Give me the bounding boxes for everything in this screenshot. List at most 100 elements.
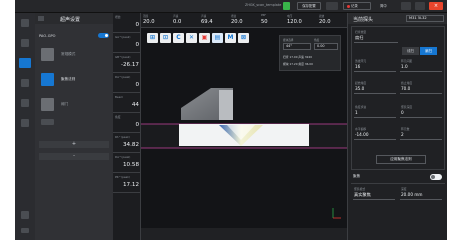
maximize-button[interactable] xyxy=(415,2,425,10)
param-label: 声速 xyxy=(201,15,207,18)
param-field[interactable]: 角度步进 1 xyxy=(354,105,396,118)
param-field[interactable]: 阵元间距 1.0 xyxy=(400,59,442,72)
apply-focal-law-button[interactable]: 应用聚焦法则 xyxy=(376,155,426,164)
settings-item-focal-law[interactable]: 聚焦法则 xyxy=(39,71,109,89)
save-config-button[interactable]: 保存配置 xyxy=(297,2,321,10)
readout-value: 44 xyxy=(131,102,139,108)
readout: DA^(peak) 0 xyxy=(113,73,141,93)
analysis-nav-icon[interactable] xyxy=(21,119,29,127)
scan-viewport[interactable]: ⊞ ⊡ C ✕ ▣ ▤ M ⊠ 楔块选择 角度 44° 0.00 扫查 17.0… xyxy=(141,28,347,228)
field-underline xyxy=(400,117,442,118)
field-value: 1 xyxy=(355,110,358,115)
settings-item-mode[interactable]: 常规模式 xyxy=(39,46,109,64)
field-value: 20.00 mm xyxy=(401,192,423,197)
remove-button[interactable]: - xyxy=(39,153,109,160)
param-field[interactable]: 增益 20.0 xyxy=(229,13,259,28)
probe-panel-title: 当前探头 xyxy=(353,17,374,23)
readout-value: 0 xyxy=(135,42,139,48)
focus-toggle[interactable] xyxy=(430,174,442,180)
focus-section-title: 聚焦 xyxy=(353,174,361,178)
param-field[interactable]: PRF 50 xyxy=(259,13,285,28)
readout-label: GA^(peak) xyxy=(115,35,131,39)
status-icon[interactable] xyxy=(283,2,290,10)
focal-law-section: 扫查类型 扇扫 线扫 扇扫 激发阵元 16 阵元间距 1.0 起始角度 35.0 终止角… xyxy=(351,26,445,170)
field-label: 起始角度 xyxy=(355,81,367,85)
overlay-line-2: 楔块 17.20 角度 36.00 xyxy=(283,62,313,66)
close-icon[interactable]: × xyxy=(429,2,443,10)
param-field[interactable]: 终止角度 70.0 xyxy=(400,81,442,94)
field-underline xyxy=(354,139,396,140)
param-label: PRF xyxy=(261,14,266,17)
pao-label: PAO-GPO xyxy=(39,34,56,38)
settings-item-label: 聚焦法则 xyxy=(61,77,76,81)
field-value: 35.0 xyxy=(355,86,365,91)
settings-icon[interactable] xyxy=(21,39,29,47)
panel-title: 超声设置 xyxy=(60,17,81,23)
position-field[interactable]: 0.00 xyxy=(314,43,338,50)
scan-nav-icon[interactable] xyxy=(21,79,29,87)
readout: Beam 44 xyxy=(113,93,141,113)
field-label: 角度步进 xyxy=(355,105,367,109)
field-value: 70.0 xyxy=(401,86,411,91)
param-label: 电压 xyxy=(287,15,293,18)
field-value: 真实聚焦 xyxy=(354,192,371,197)
record-button[interactable]: 记录 xyxy=(343,2,371,10)
record-label: 记录 xyxy=(351,4,358,8)
field-label: 阵元数 xyxy=(401,127,410,131)
param-value: 50 xyxy=(261,19,268,25)
window-title: ZHGK_scan_template xyxy=(245,3,282,7)
sector-scan-toggle[interactable]: 扇扫 xyxy=(420,47,437,55)
scan-type-field[interactable]: 扫查类型 扇扫 xyxy=(354,30,398,43)
camera-icon[interactable] xyxy=(326,2,338,10)
readout-label: GB^(peak) xyxy=(115,55,131,59)
param-field[interactable]: 阵元数 2 xyxy=(400,127,442,140)
probe-select[interactable]: M31 5L32 xyxy=(406,15,444,22)
param-field[interactable]: 声速 69.4 xyxy=(199,13,229,28)
param-field[interactable]: 聚焦深度 0 xyxy=(400,105,442,118)
field-underline xyxy=(354,93,396,94)
field-label: 聚焦深度 xyxy=(401,105,413,109)
settings-item-grid[interactable] xyxy=(39,117,109,127)
field-value: 扇扫 xyxy=(355,35,364,40)
settings-item-label: 阈门 xyxy=(61,102,69,106)
param-value: 0.0 xyxy=(173,19,182,25)
param-field[interactable]: 水平偏移 -14.00 xyxy=(354,127,396,140)
field-underline xyxy=(354,117,396,118)
readout-label: DA^(peak) xyxy=(115,75,131,79)
param-value: 120.0 xyxy=(287,19,302,25)
readout-value: 0 xyxy=(135,82,139,88)
add-button[interactable]: + xyxy=(39,141,109,148)
probe-icon xyxy=(41,73,54,86)
field-value: -14.00 xyxy=(355,132,369,137)
readout-label: PR^(peak) xyxy=(115,175,130,179)
readout: GA^(peak) 0 xyxy=(113,33,141,53)
linear-scan-toggle[interactable]: 线扫 xyxy=(402,47,419,55)
param-field[interactable]: 范围 20.0 xyxy=(141,13,171,28)
field-underline xyxy=(400,71,442,72)
minimize-button[interactable] xyxy=(401,2,411,10)
field-label: 水平偏移 xyxy=(355,127,367,131)
wedge-overlay[interactable]: 楔块选择 角度 44° 0.00 扫查 17.00 声速 3240 楔块 17.… xyxy=(279,35,341,71)
readout: DA^(peak) 10.58 xyxy=(113,153,141,173)
language-selector[interactable]: 简中 xyxy=(380,2,394,10)
angle-field[interactable]: 44° xyxy=(283,43,311,50)
param-field[interactable]: 滤波 20.0 xyxy=(317,13,347,28)
param-field[interactable]: 电压 120.0 xyxy=(285,13,317,28)
focus-mode-field[interactable]: 聚焦模式 真实聚焦 xyxy=(353,187,395,200)
trash-icon[interactable] xyxy=(21,211,29,219)
display-nav-icon[interactable] xyxy=(21,99,29,107)
collapse-icon[interactable] xyxy=(38,16,44,21)
readout-value: 10.58 xyxy=(122,162,139,168)
pause-icon xyxy=(41,48,54,61)
settings-item-label: 常规模式 xyxy=(61,52,76,56)
ultrasound-nav-icon[interactable] xyxy=(19,58,31,68)
expand-rail-icon[interactable] xyxy=(21,228,29,233)
param-field[interactable]: 声速 0.0 xyxy=(171,13,199,28)
wedge-label: 楔块选择 xyxy=(283,39,294,42)
focus-depth-field[interactable]: 深度 20.00 mm xyxy=(400,187,442,200)
pao-toggle[interactable] xyxy=(98,33,109,38)
settings-item-gate[interactable]: 阈门 xyxy=(39,96,109,114)
home-icon[interactable] xyxy=(21,19,29,27)
param-field[interactable]: 起始角度 35.0 xyxy=(354,81,396,94)
param-field[interactable]: 激发阵元 16 xyxy=(354,59,396,72)
